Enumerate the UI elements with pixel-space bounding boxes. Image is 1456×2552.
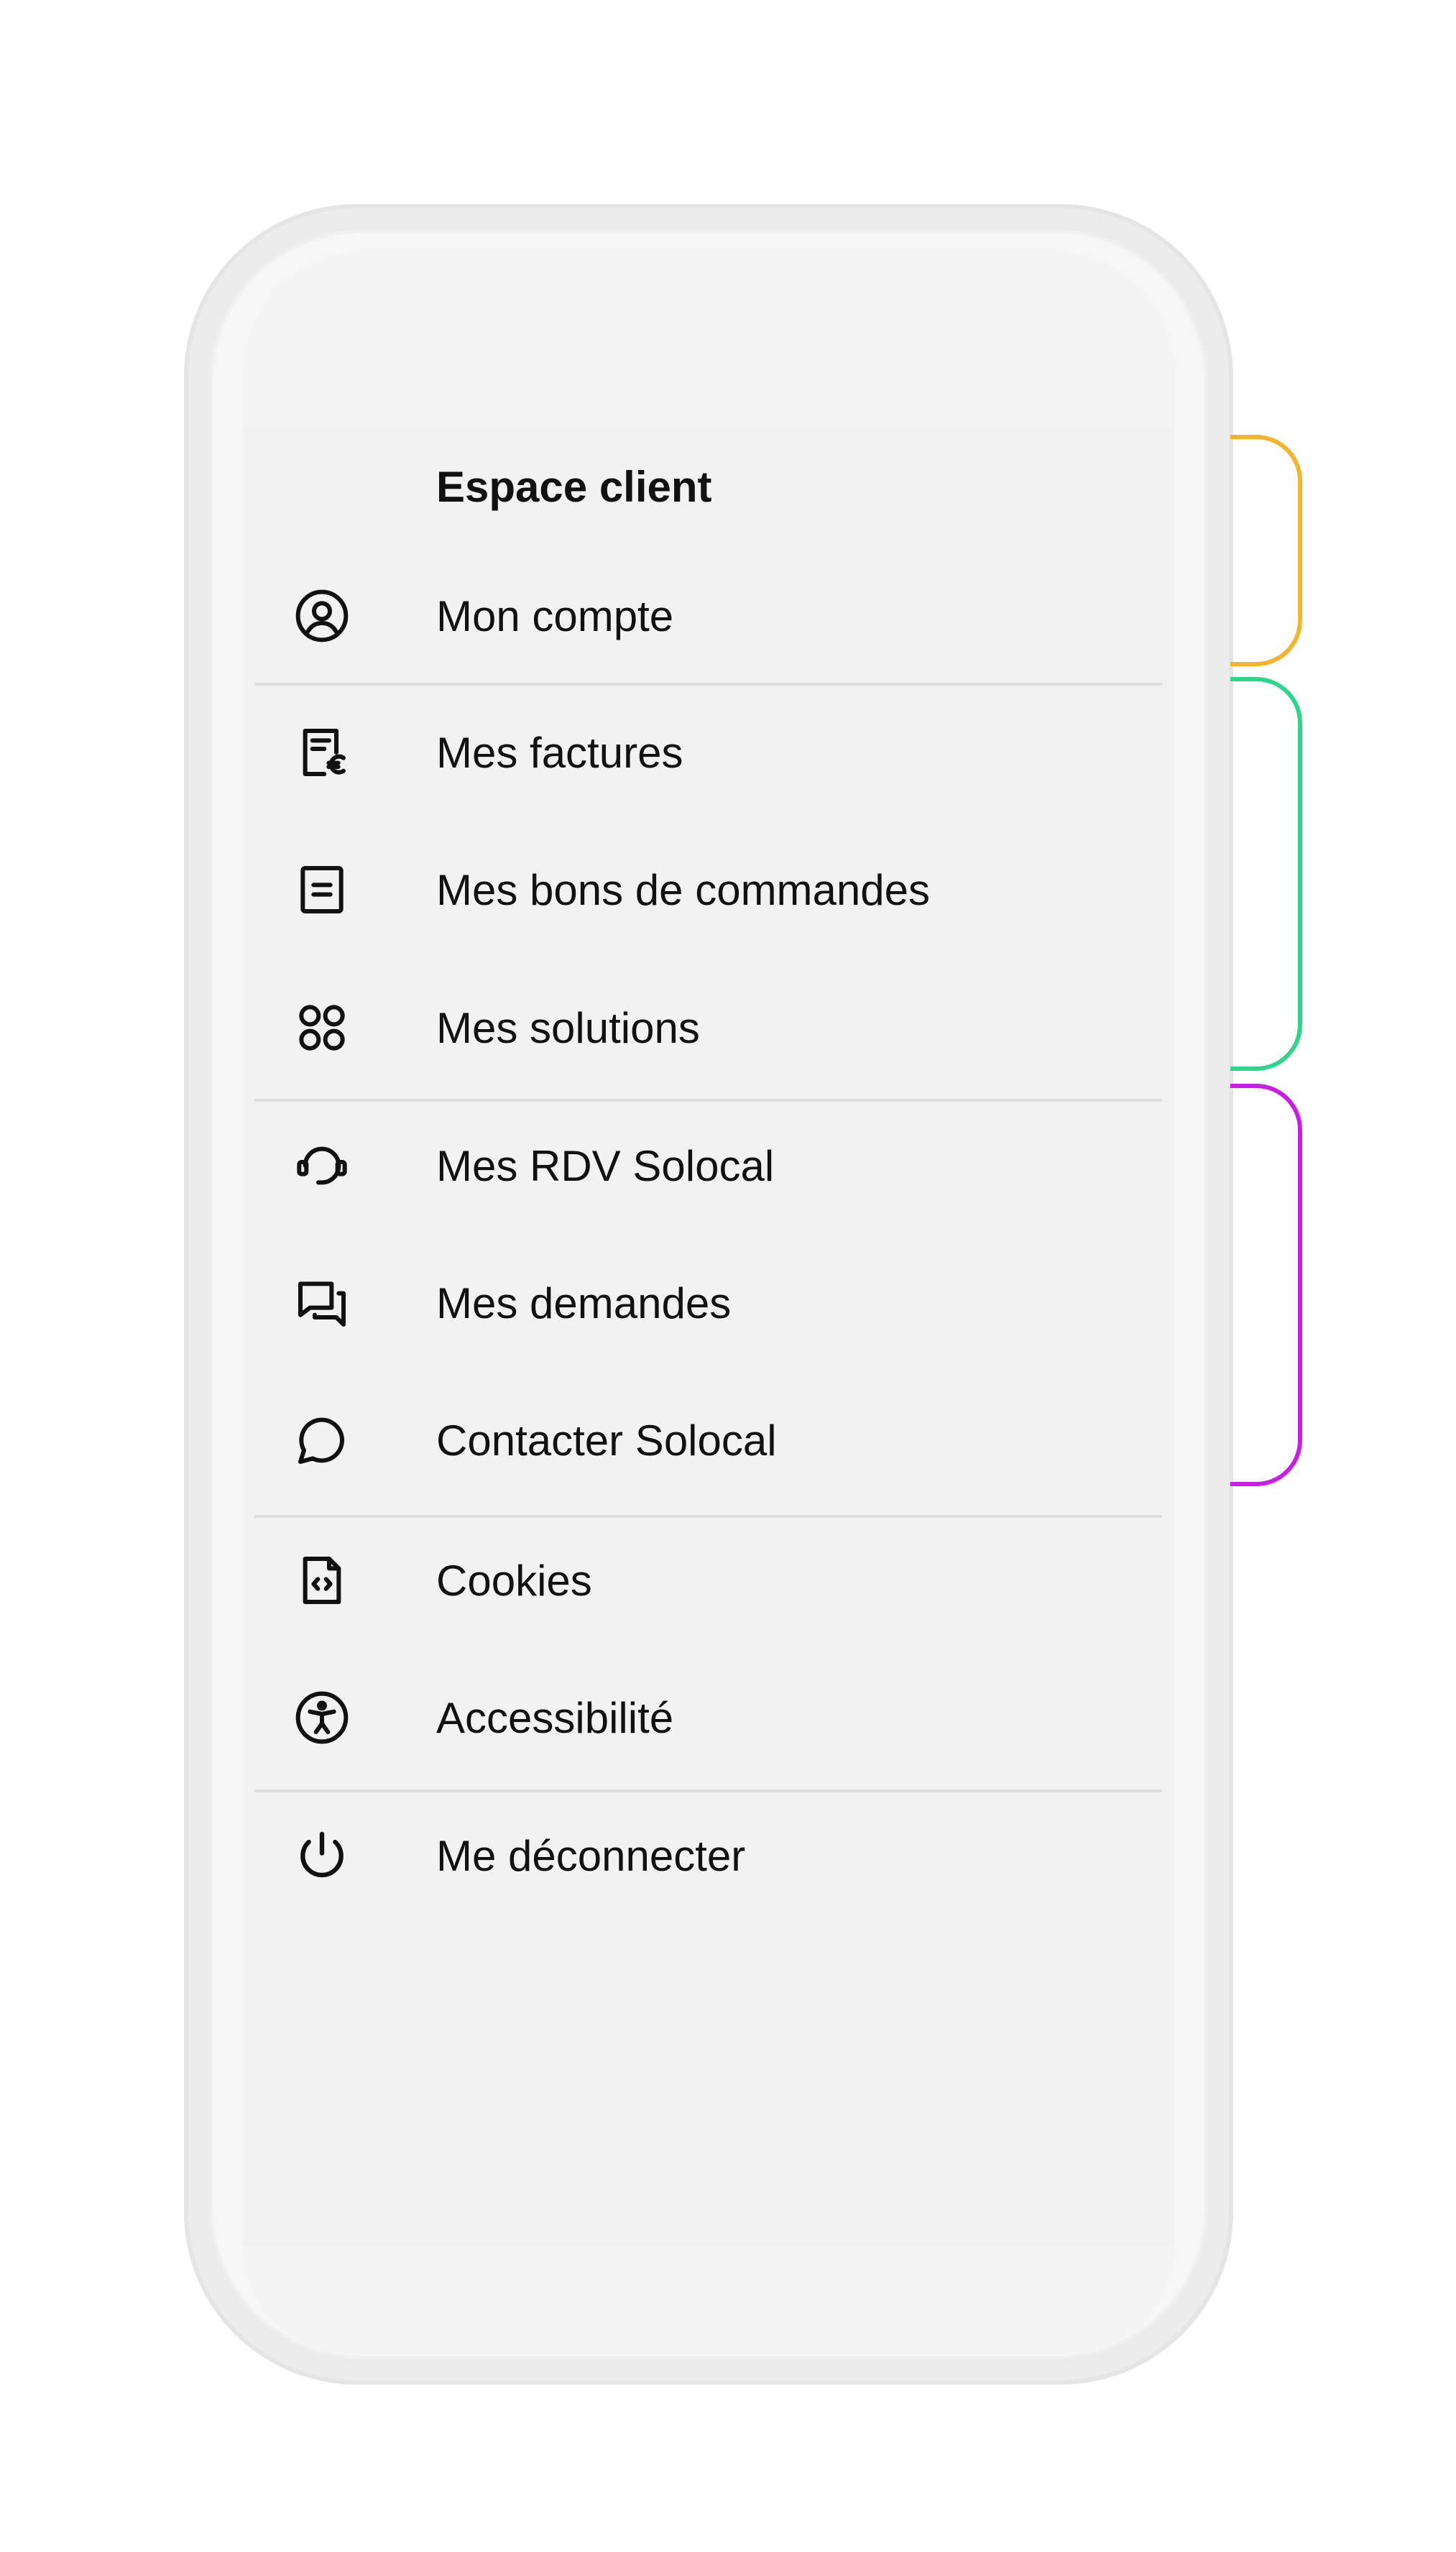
menu-item-label: Mes bons de commandes: [436, 865, 931, 914]
account-circle-icon: [293, 587, 351, 645]
menu-item-label: Mes demandes: [436, 1279, 732, 1327]
menu-item-mes-rdv-solocal[interactable]: Mes RDV Solocal: [273, 1112, 1164, 1220]
order-document-icon: [293, 861, 351, 918]
menu-item-mon-compte[interactable]: Mon compte: [273, 562, 1164, 670]
menu-item-label: Accessibilité: [436, 1693, 674, 1742]
menu-item-label: Mon compte: [436, 591, 674, 640]
invoice-euro-icon: [293, 724, 351, 781]
group-bracket-support: [1230, 1084, 1302, 1486]
menu-item-label: Cookies: [436, 1556, 592, 1605]
divider: [254, 1099, 1162, 1102]
menu-item-mes-bons-de-commandes[interactable]: Mes bons de commandes: [273, 836, 1164, 944]
divider: [254, 1789, 1162, 1792]
code-file-icon: [293, 1552, 351, 1609]
menu-item-accessibilite[interactable]: Accessibilité: [273, 1664, 1164, 1772]
section-title: Espace client: [436, 463, 712, 511]
chat-bubbles-icon: [293, 1274, 351, 1332]
menu-item-label: Mes factures: [436, 728, 683, 777]
accessibility-icon: [293, 1689, 351, 1746]
chat-bubble-icon: [293, 1411, 351, 1469]
menu-item-mes-factures[interactable]: Mes factures: [273, 699, 1164, 806]
group-bracket-account: [1230, 435, 1302, 666]
menu-item-label: Mes solutions: [436, 1003, 700, 1052]
divider: [254, 1515, 1162, 1518]
menu-item-mes-demandes[interactable]: Mes demandes: [273, 1249, 1164, 1357]
menu-item-me-deconnecter[interactable]: Me déconnecter: [273, 1802, 1164, 1910]
menu-item-contacter-solocal[interactable]: Contacter Solocal: [273, 1386, 1164, 1494]
menu-item-label: Me déconnecter: [436, 1831, 746, 1880]
menu-item-label: Mes RDV Solocal: [436, 1141, 775, 1190]
group-bracket-documents: [1230, 677, 1302, 1071]
power-icon: [293, 1827, 351, 1884]
menu-item-cookies[interactable]: Cookies: [273, 1526, 1164, 1634]
menu-item-mes-solutions[interactable]: Mes solutions: [273, 974, 1164, 1082]
divider: [254, 683, 1162, 686]
screen-bottom: [243, 2246, 1174, 2354]
solutions-grid-icon: [293, 999, 351, 1056]
menu-item-label: Contacter Solocal: [436, 1416, 777, 1465]
headset-icon: [293, 1137, 351, 1194]
